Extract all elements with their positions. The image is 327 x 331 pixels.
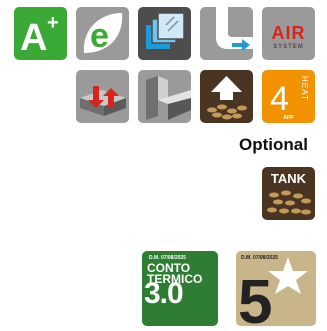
tank-badge: TANK: [262, 167, 315, 220]
heat-app-badge: 4 HEAT APP: [262, 70, 315, 123]
wall-corner-badge: [138, 70, 191, 123]
air-intake-badge: [200, 7, 253, 60]
air-system-badge: AIR SYSTEM: [262, 7, 315, 60]
eco-letter: e: [90, 17, 109, 55]
pellet-feed-badge: [200, 70, 253, 123]
optional-label: Optional: [239, 135, 308, 154]
air-system-subtitle: SYSTEM: [273, 44, 304, 50]
heat-app-sub: APP: [283, 115, 294, 121]
air-system-title: AIR: [272, 23, 306, 43]
duct-icon: [216, 7, 253, 51]
heat-app-word: HEAT: [300, 76, 309, 101]
arrow-up-icon: [211, 76, 242, 100]
tank-label: TANK: [271, 171, 307, 186]
energy-class-badge: A +: [14, 7, 67, 60]
eco-badge: e: [76, 7, 129, 60]
five-star-badge: 5 D.M. 07/08/2025: [236, 251, 316, 326]
layered-glass-icon: [146, 12, 185, 49]
five-star-decree: D.M. 07/08/2025: [241, 255, 278, 261]
energy-class-letter: A: [20, 17, 47, 59]
pellets-icon: [207, 104, 247, 120]
heat-exchange-badge: [76, 70, 129, 123]
star-icon: [268, 257, 308, 294]
five-star-number: 5: [238, 268, 272, 326]
heat-app-number: 4: [270, 80, 289, 118]
glass-panes-badge: [138, 7, 191, 60]
pellets-icon: [267, 190, 311, 215]
energy-class-plus: +: [47, 12, 59, 34]
conto-termico-badge: D.M. 07/08/2025 CONTO TERMICO 3.0: [142, 251, 218, 326]
conto-termico-version: 3.0: [144, 277, 184, 310]
